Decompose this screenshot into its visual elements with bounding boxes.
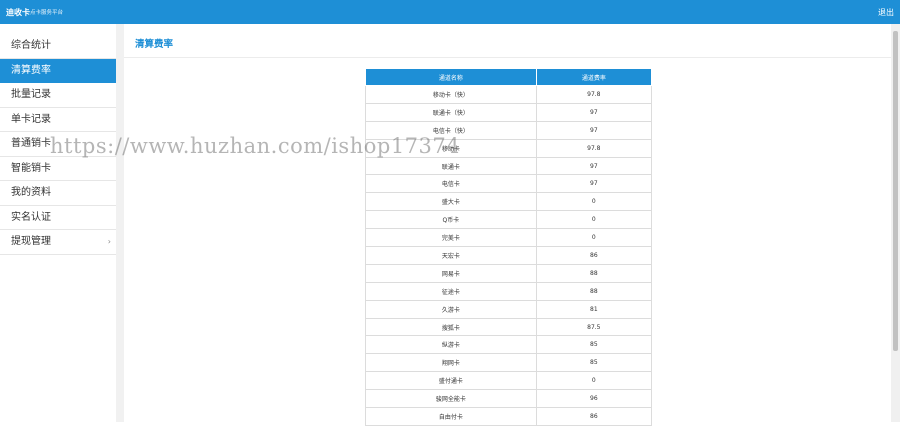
sidebar-item[interactable]: 清算费率: [0, 58, 116, 83]
channel-rate-cell: 97: [535, 102, 653, 122]
table-row: 联通卡 97: [365, 156, 653, 176]
channel-name-cell: 联通卡（快）: [365, 102, 537, 122]
sidebar-item[interactable]: 综合统计: [0, 34, 116, 59]
sidebar-gutter: [116, 24, 124, 422]
channel-rate-cell: 81: [535, 299, 653, 319]
sidebar-item-label: 批量记录: [11, 89, 51, 100]
column-header-channel-rate: 通道费率: [535, 68, 653, 86]
table-row: 自由付卡 86: [365, 407, 653, 426]
sidebar-item-label: 单卡记录: [11, 113, 51, 125]
channel-rate-cell: 85: [535, 335, 653, 355]
channel-name-cell: 搜狐卡: [365, 317, 537, 337]
channel-name-cell: 联通卡: [365, 156, 537, 176]
sidebar-item-label: 普通销卡: [11, 138, 51, 149]
sidebar-item-label: 智能销卡: [11, 162, 51, 174]
channel-name-cell: 翔网卡: [365, 353, 537, 373]
table-row: 联通卡（快） 97: [365, 102, 653, 122]
channel-name-cell: 天宏卡: [365, 246, 537, 265]
sidebar-item[interactable]: 单卡记录: [0, 107, 116, 132]
sidebar-item-label: 清算费率: [11, 64, 51, 76]
channel-rate-cell: 86: [535, 407, 653, 426]
channel-name-cell: 骏网全能卡: [365, 389, 537, 409]
sidebar-item-label: 提现管理: [11, 236, 51, 247]
table-row: 网易卡 88: [365, 263, 653, 283]
channel-rate-cell: 0: [535, 371, 653, 391]
channel-rate-cell: 97: [535, 174, 653, 194]
title-divider: [124, 57, 891, 58]
table-row: 盛付通卡 0: [365, 371, 653, 391]
table-header-row: 通道名称 通道费率: [365, 68, 653, 86]
channel-name-cell: 盛大卡: [365, 192, 537, 212]
logout-link[interactable]: 退出: [878, 7, 894, 18]
rate-table: 通道名称 通道费率 移动卡（快） 97.8 联通卡（快） 97 电信卡（快） 97 移动卡 9…: [365, 68, 653, 426]
channel-name-cell: 征途卡: [365, 281, 537, 301]
sidebar-item[interactable]: 实名认证: [0, 205, 116, 230]
top-bar: 迪收卡 点卡服务平台 退出: [0, 0, 900, 24]
channel-name-cell: 盛付通卡: [365, 371, 537, 391]
channel-rate-cell: 0: [535, 210, 653, 230]
channel-rate-cell: 0: [535, 192, 653, 212]
table-row: 电信卡 97: [365, 174, 653, 194]
table-row: 移动卡（快） 97.8: [365, 85, 653, 104]
channel-rate-cell: 0: [535, 228, 653, 248]
channel-name-cell: 网易卡: [365, 263, 537, 283]
channel-name-cell: 移动卡（快）: [365, 85, 537, 104]
channel-name-cell: 自由付卡: [365, 407, 537, 426]
channel-rate-cell: 85: [535, 353, 653, 373]
sidebar-item-label: 实名认证: [11, 211, 51, 223]
channel-rate-cell: 97.8: [535, 85, 653, 104]
channel-rate-cell: 86: [535, 246, 653, 265]
table-row: 盛大卡 0: [365, 192, 653, 212]
column-header-channel-name: 通道名称: [365, 68, 537, 86]
table-row: 征途卡 88: [365, 281, 653, 301]
sidebar-item[interactable]: 提现管理 ›: [0, 230, 116, 255]
table-row: 久游卡 81: [365, 299, 653, 319]
sidebar-item[interactable]: 智能销卡: [0, 156, 116, 181]
watermark-text: https://www.huzhan.com/ishop17374: [50, 134, 461, 158]
chevron-right-icon: ›: [107, 237, 111, 246]
channel-rate-cell: 97.8: [535, 138, 653, 158]
channel-name-cell: 电信卡: [365, 174, 537, 194]
sidebar-item-label: 综合统计: [11, 40, 51, 51]
channel-rate-cell: 97: [535, 156, 653, 176]
scrollbar-thumb[interactable]: [893, 31, 898, 351]
channel-rate-cell: 96: [535, 389, 653, 409]
table-row: Q币卡 0: [365, 210, 653, 230]
table-row: 完美卡 0: [365, 228, 653, 248]
brand-logo-text: 迪收卡: [6, 8, 30, 17]
table-row: 骏网全能卡 96: [365, 389, 653, 409]
channel-name-cell: Q币卡: [365, 210, 537, 230]
channel-name-cell: 纵游卡: [365, 335, 537, 355]
channel-name-cell: 完美卡: [365, 228, 537, 248]
sidebar-item[interactable]: 批量记录: [0, 83, 116, 108]
table-row: 搜狐卡 87.5: [365, 317, 653, 337]
brand-subtitle: 点卡服务平台: [30, 10, 64, 16]
channel-rate-cell: 87.5: [535, 317, 653, 337]
channel-rate-cell: 88: [535, 263, 653, 283]
table-row: 纵游卡 85: [365, 335, 653, 355]
channel-rate-cell: 88: [535, 281, 653, 301]
sidebar-item-label: 我的资料: [11, 187, 51, 198]
table-row: 天宏卡 86: [365, 246, 653, 265]
channel-rate-cell: 97: [535, 120, 653, 140]
sidebar-item[interactable]: 我的资料: [0, 181, 116, 206]
page-title: 清算费率: [135, 39, 174, 50]
channel-name-cell: 久游卡: [365, 299, 537, 319]
table-row: 翔网卡 85: [365, 353, 653, 373]
